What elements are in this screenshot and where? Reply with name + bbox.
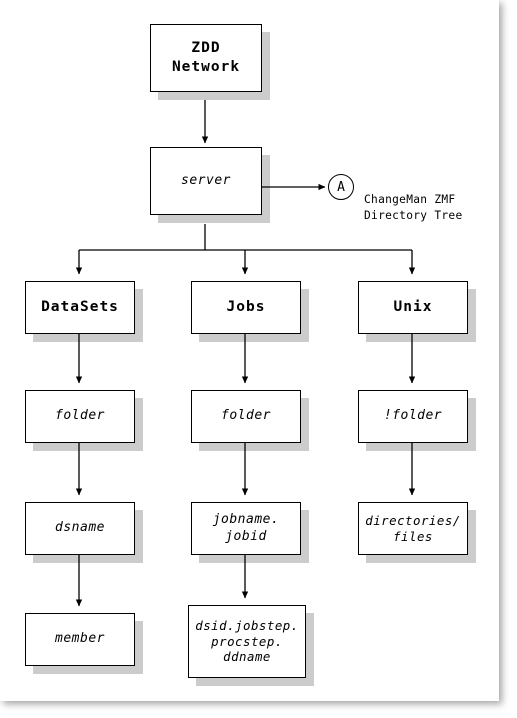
annotation-text: ChangeMan ZMF Directory Tree: [364, 193, 463, 223]
annotation-changeman-zmf: ChangeMan ZMF Directory Tree: [364, 176, 494, 225]
node-label: dsid.jobstep. procstep. ddname: [195, 617, 299, 665]
node-label: member: [55, 631, 105, 647]
node-unix-folder[interactable]: !folder: [358, 390, 468, 443]
node-unix-directories[interactable]: directories/ files: [358, 502, 468, 555]
connector-lines: [75, 100, 416, 607]
node-label: directories/ files: [365, 512, 461, 544]
node-label: DataSets: [41, 299, 119, 316]
node-datasets-dsname[interactable]: dsname: [25, 502, 135, 555]
node-datasets-folder[interactable]: folder: [25, 390, 135, 443]
node-label: !folder: [383, 408, 443, 424]
diagram-canvas: ZDD Network server A ChangeMan ZMF Direc…: [0, 0, 499, 701]
marker-label: A: [337, 179, 345, 195]
node-unix-root[interactable]: Unix: [358, 281, 468, 334]
node-label: folder: [55, 408, 105, 424]
node-label: ZDD Network: [171, 40, 241, 75]
node-label: jobname. jobid: [212, 511, 280, 544]
node-label: server: [181, 172, 231, 188]
node-jobs-folder[interactable]: folder: [191, 390, 301, 443]
node-zdd-network[interactable]: ZDD Network: [150, 24, 262, 92]
node-jobs-ddname[interactable]: dsid.jobstep. procstep. ddname: [188, 605, 306, 678]
node-datasets-root[interactable]: DataSets: [25, 281, 135, 334]
node-label: folder: [221, 408, 271, 424]
connector-marker-a[interactable]: A: [328, 174, 354, 200]
node-label: dsname: [55, 520, 105, 536]
node-jobs-root[interactable]: Jobs: [191, 281, 301, 334]
node-jobs-jobname[interactable]: jobname. jobid: [191, 502, 301, 555]
node-datasets-member[interactable]: member: [25, 613, 135, 666]
node-label: Jobs: [226, 299, 266, 316]
page-sheet: ZDD Network server A ChangeMan ZMF Direc…: [0, 0, 499, 701]
node-label: Unix: [393, 299, 433, 316]
node-server[interactable]: server: [150, 147, 262, 215]
